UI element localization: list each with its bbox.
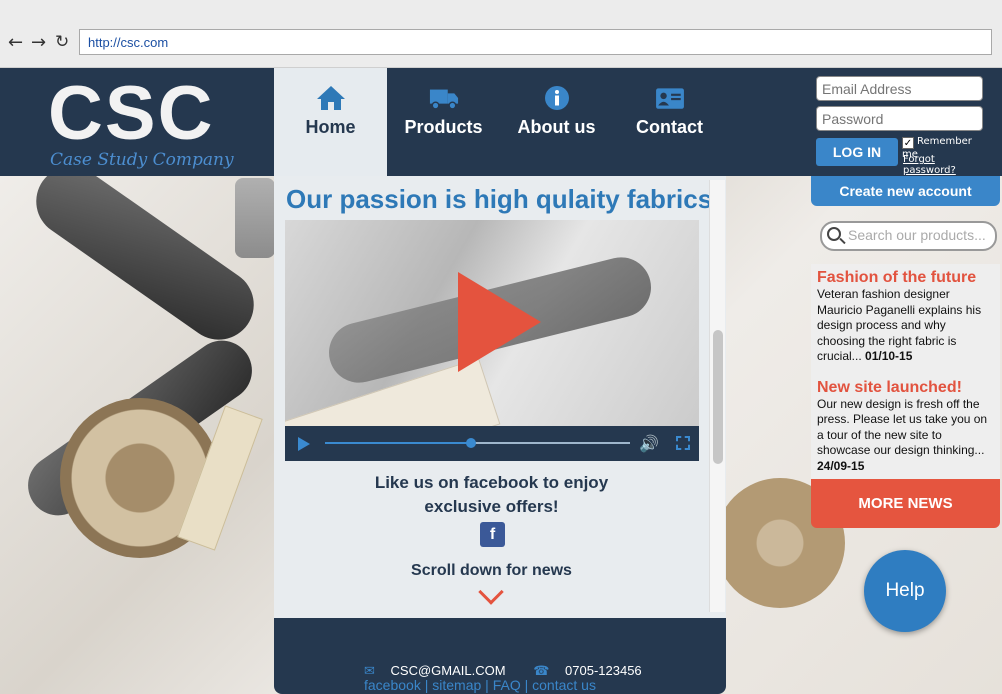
- help-button[interactable]: Help: [864, 550, 946, 632]
- fullscreen-icon[interactable]: [676, 436, 690, 450]
- facebook-promo: Like us on facebook to enjoy exclusive o…: [374, 473, 609, 516]
- tab-contact[interactable]: Contact: [613, 68, 726, 176]
- scrollbar-thumb[interactable]: [713, 330, 723, 464]
- video-seekbar[interactable]: [325, 438, 630, 448]
- url-bar[interactable]: http://csc.com: [79, 29, 992, 55]
- tab-about[interactable]: About us: [500, 68, 613, 176]
- news-title[interactable]: Fashion of the future: [817, 269, 994, 287]
- site-footer: ✉ CSC@GMAIL.COM ☎ 0705-123456 facebook |…: [274, 618, 726, 694]
- forward-icon[interactable]: →: [31, 32, 46, 53]
- more-news-button[interactable]: MORE NEWS: [811, 479, 1000, 528]
- info-icon: [544, 86, 569, 110]
- contact-card-icon: [655, 88, 684, 109]
- play-icon[interactable]: [298, 437, 310, 451]
- seek-handle[interactable]: [466, 438, 477, 448]
- home-icon: [316, 86, 345, 110]
- remember-checkbox[interactable]: ✓: [902, 137, 914, 149]
- video-player[interactable]: [285, 220, 699, 461]
- page-headline: Our passion is high qulaity fabrics: [286, 184, 713, 214]
- web-page: CSC Case Study Company Home Products Abo…: [0, 68, 1002, 694]
- tab-home-label: Home: [305, 117, 356, 137]
- browser-chrome: ← → ↻ http://csc.com: [0, 0, 1002, 68]
- volume-icon[interactable]: 🔊: [639, 434, 659, 453]
- tab-products[interactable]: Products: [387, 68, 500, 176]
- phone-icon: ☎: [533, 663, 550, 678]
- news-panel: Fashion of the future Veteran fashion de…: [811, 264, 1000, 480]
- footer-links: facebook | sitemap | FAQ | contact us: [364, 677, 596, 693]
- footer-link-faq[interactable]: FAQ: [493, 677, 521, 693]
- login-form: LOG IN ✓Remember me Forgot password?: [816, 76, 984, 176]
- email-field[interactable]: [816, 76, 983, 101]
- news-body: Our new design is fresh off the press. P…: [817, 396, 988, 473]
- search-placeholder: Search our products...: [848, 227, 986, 243]
- content-scrollbar[interactable]: [709, 180, 725, 612]
- logo-mark: CSC: [48, 71, 215, 156]
- forgot-password-link[interactable]: Forgot password?: [903, 154, 984, 176]
- tab-contact-label: Contact: [636, 117, 703, 137]
- truck-icon: [429, 89, 458, 110]
- create-account-button[interactable]: Create new account: [811, 176, 1000, 206]
- footer-link-facebook[interactable]: facebook: [364, 677, 421, 693]
- main-nav: Home Products About us Contact: [274, 68, 726, 176]
- password-field[interactable]: [816, 106, 983, 131]
- play-overlay-icon[interactable]: [458, 272, 541, 372]
- footer-link-sitemap[interactable]: sitemap: [432, 677, 481, 693]
- news-date: 01/10-15: [865, 349, 913, 363]
- video-controls: 🔊: [285, 426, 699, 461]
- search-icon: [827, 227, 841, 241]
- facebook-icon[interactable]: f: [480, 522, 505, 547]
- news-item[interactable]: New site launched! Our new design is fre…: [817, 379, 994, 475]
- logo[interactable]: CSC Case Study Company: [48, 74, 238, 174]
- news-date: 24/09-15: [817, 458, 865, 473]
- login-button[interactable]: LOG IN: [816, 138, 898, 166]
- news-item[interactable]: Fashion of the future Veteran fashion de…: [817, 269, 994, 365]
- reload-icon[interactable]: ↻: [55, 32, 69, 52]
- tab-about-label: About us: [517, 117, 596, 137]
- back-icon[interactable]: ←: [8, 32, 23, 53]
- footer-link-contact[interactable]: contact us: [532, 677, 596, 693]
- logo-tagline: Case Study Company: [50, 150, 234, 170]
- news-body: Veteran fashion designer Mauricio Pagane…: [817, 287, 982, 363]
- scroll-hint: Scroll down for news: [411, 562, 572, 579]
- tab-home[interactable]: Home: [274, 68, 387, 176]
- mail-icon: ✉: [364, 663, 375, 678]
- footer-phone: 0705-123456: [565, 663, 642, 678]
- search-input[interactable]: Search our products...: [820, 221, 997, 251]
- tab-products-label: Products: [404, 117, 483, 137]
- footer-email: CSC@GMAIL.COM: [390, 663, 506, 678]
- news-title[interactable]: New site launched!: [817, 379, 994, 397]
